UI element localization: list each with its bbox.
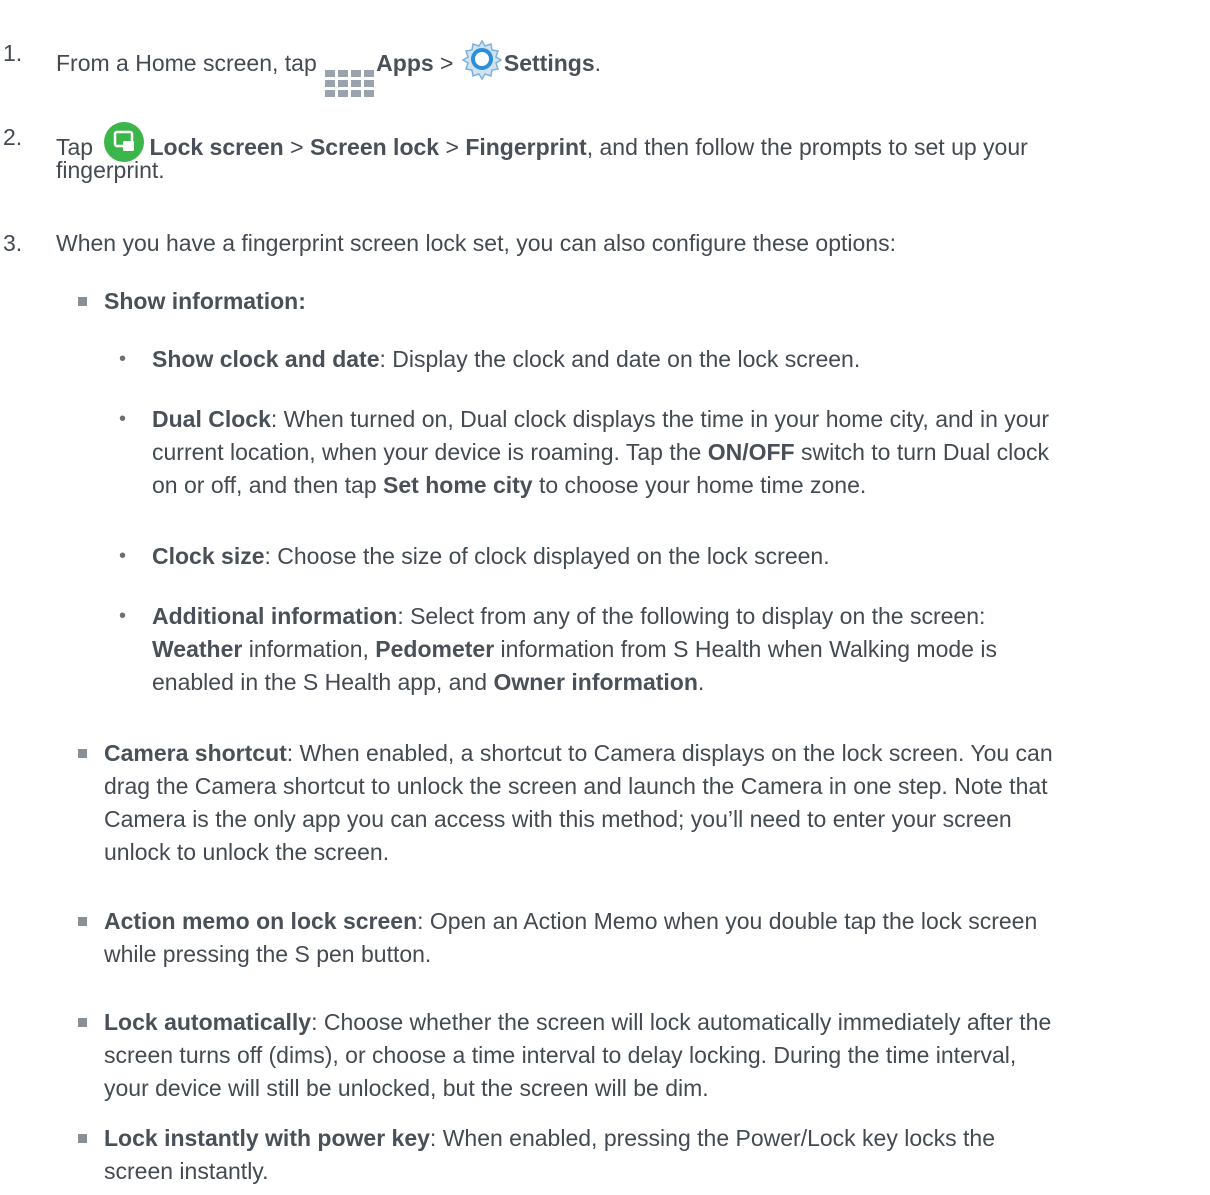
- option-text: : Select from any of the following to di…: [397, 603, 986, 629]
- option-text: : Open an Action Memo when you double ta…: [417, 908, 1038, 934]
- pedometer-label: Pedometer: [375, 636, 495, 662]
- option-text: to choose your home time zone.: [532, 472, 867, 498]
- step-text: When you have a fingerprint screen lock …: [56, 230, 896, 256]
- owner-information-label: Owner information: [493, 669, 698, 695]
- step-text: From a Home screen, tap: [56, 50, 317, 76]
- option-text: on or off, and then tap: [152, 472, 384, 498]
- option-label: Lock automatically: [104, 1009, 312, 1035]
- screen-lock-label: Screen lock: [309, 134, 440, 160]
- option-text: : When enabled, pressing the Power/Lock …: [429, 1125, 996, 1151]
- option-label: Camera shortcut: [104, 740, 287, 766]
- period: .: [594, 50, 601, 76]
- step-number: 3.: [3, 230, 23, 256]
- bullet-square: [78, 1018, 87, 1027]
- bullet-dot: •: [119, 348, 127, 370]
- bullet-square: [78, 917, 87, 926]
- step-text: , and then follow the prompts to set up …: [586, 134, 1028, 160]
- apps-grid-icon: [325, 70, 375, 97]
- option-text: while pressing the S pen button.: [104, 941, 432, 967]
- option-text: Camera is the only app you can access wi…: [104, 806, 1012, 832]
- option-label: Additional information: [152, 603, 398, 629]
- option-text: switch to turn Dual clock: [794, 439, 1049, 465]
- option-label: Clock size: [152, 543, 265, 569]
- option-text: information,: [242, 636, 376, 662]
- option-text: .: [697, 669, 705, 695]
- option-text: current location, when your device is ro…: [152, 439, 708, 465]
- option-text: screen instantly.: [104, 1158, 269, 1184]
- bullet-square: [78, 297, 87, 306]
- lock-screen-label: Lock screen: [149, 134, 284, 160]
- bullet-dot: •: [119, 605, 127, 627]
- bullet-dot: •: [119, 545, 127, 567]
- onoff-label: ON/OFF: [707, 439, 795, 465]
- option-text: information from S Health when Walking m…: [494, 636, 997, 662]
- fingerprint-label: Fingerprint: [465, 134, 587, 160]
- separator: >: [290, 134, 304, 160]
- settings-gear-icon: [461, 39, 503, 81]
- option-label: Show clock and date: [152, 346, 380, 372]
- option-label: Show information:: [104, 288, 306, 314]
- option-label: Action memo on lock screen: [104, 908, 418, 934]
- settings-label: Settings: [503, 50, 595, 76]
- weather-label: Weather: [152, 636, 243, 662]
- option-text: : Choose whether the screen will lock au…: [311, 1009, 1052, 1035]
- bullet-square: [78, 1134, 87, 1143]
- step-number: 1.: [3, 40, 23, 66]
- option-text: : When enabled, a shortcut to Camera dis…: [286, 740, 1053, 766]
- option-text: : Choose the size of clock displayed on …: [264, 543, 830, 569]
- option-text: enabled in the S Health app, and: [152, 669, 494, 695]
- option-text: unlock to unlock the screen.: [104, 839, 390, 865]
- step-number: 2.: [3, 124, 23, 150]
- option-text: screen turns off (dims), or choose a tim…: [104, 1042, 1017, 1068]
- apps-label: Apps: [376, 50, 434, 76]
- step-text-cont: fingerprint.: [56, 157, 165, 183]
- bullet-square: [78, 749, 87, 758]
- option-label: Dual Clock: [152, 406, 271, 432]
- set-home-city-label: Set home city: [383, 472, 533, 498]
- option-text: your device will still be unlocked, but …: [104, 1075, 709, 1101]
- separator: >: [445, 134, 459, 160]
- separator: >: [440, 50, 454, 76]
- option-text: : Display the clock and date on the lock…: [379, 346, 861, 372]
- option-text: : When turned on, Dual clock displays th…: [270, 406, 1049, 432]
- bullet-dot: •: [119, 408, 127, 430]
- option-text: drag the Camera shortcut to unlock the s…: [104, 773, 1048, 799]
- option-label: Lock instantly with power key: [104, 1125, 430, 1151]
